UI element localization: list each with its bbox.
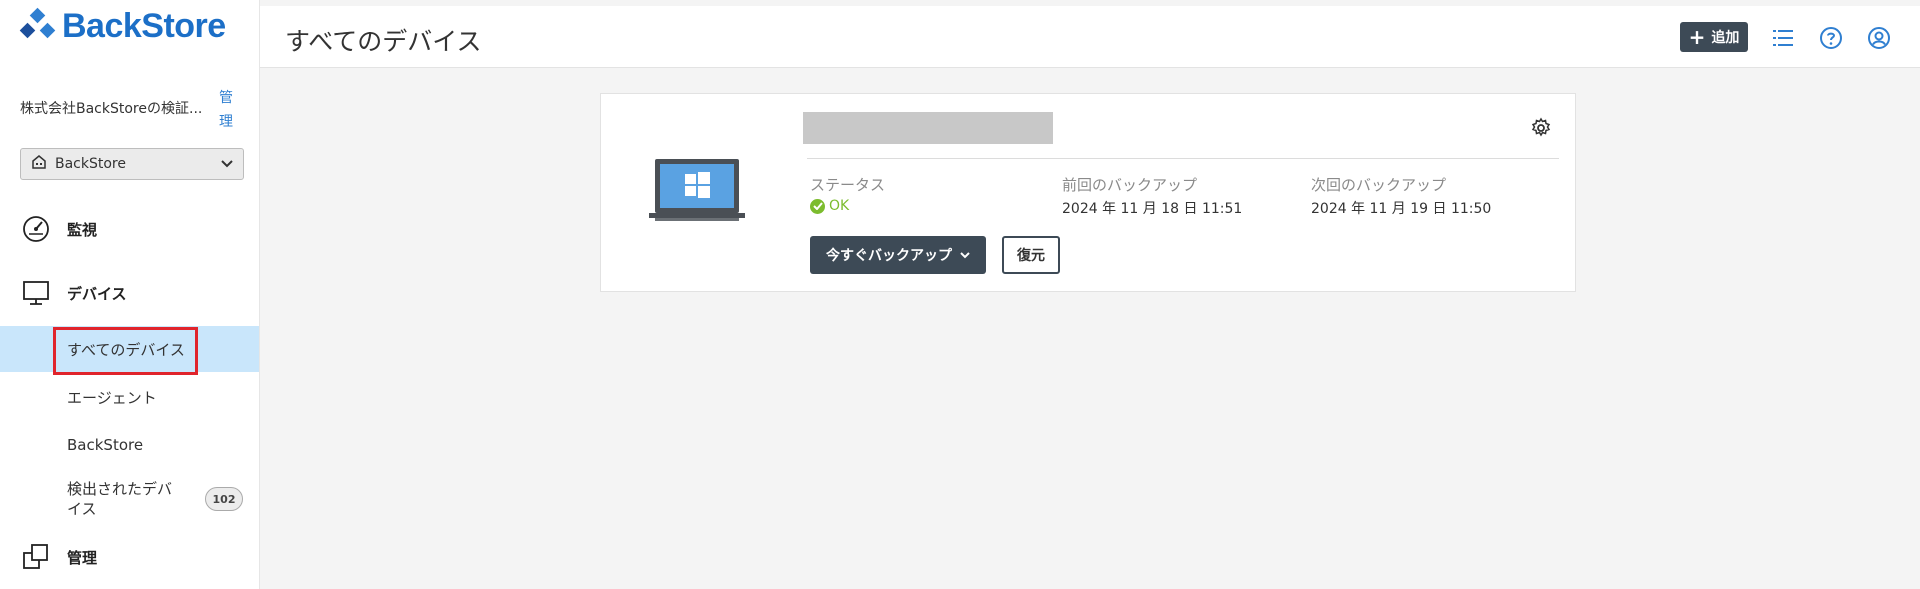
sidebar: BackStore 株式会社BackStoreの検証... 管理 BackSto… xyxy=(0,0,260,589)
status-heading: ステータス xyxy=(810,176,886,194)
brand-logo[interactable]: BackStore xyxy=(19,6,226,46)
nav-admin-label: 管理 xyxy=(67,548,98,567)
org-name: 株式会社BackStoreの検証... xyxy=(20,101,203,117)
nav-devices[interactable]: デバイス xyxy=(0,273,260,313)
nav-monitor-label: 監視 xyxy=(67,220,98,239)
sidebar-item-label: 検出されたデバイス xyxy=(67,480,173,518)
status-text: OK xyxy=(829,198,850,214)
backup-now-button[interactable]: 今すぐバックアップ xyxy=(810,236,986,274)
nav-monitor[interactable]: 監視 xyxy=(0,209,260,249)
logo-mark-icon xyxy=(19,7,56,44)
device-card: ステータス OK 前回のバックアップ 2024 年 11 月 18 日 11:5… xyxy=(600,93,1576,292)
count-badge: 102 xyxy=(205,487,243,511)
brand-name: BackStore xyxy=(62,6,226,45)
top-header: すべてのデバイス + 追加 xyxy=(260,6,1920,68)
add-button[interactable]: + 追加 xyxy=(1680,22,1748,52)
org-select[interactable]: BackStore xyxy=(20,148,244,180)
check-circle-icon xyxy=(810,198,825,214)
status-value: OK xyxy=(810,198,849,214)
sidebar-item-backstore[interactable]: BackStore xyxy=(0,422,259,468)
list-icon[interactable] xyxy=(1770,25,1796,51)
last-backup-heading: 前回のバックアップ xyxy=(1062,176,1198,194)
device-name-redacted xyxy=(803,112,1053,144)
add-button-label: 追加 xyxy=(1711,30,1740,46)
last-backup-value: 2024 年 11 月 18 日 11:51 xyxy=(1062,201,1243,217)
sidebar-item-agents[interactable]: エージェント xyxy=(0,374,259,420)
help-icon[interactable] xyxy=(1818,25,1844,51)
card-divider xyxy=(807,158,1559,159)
restore-button[interactable]: 復元 xyxy=(1002,236,1060,274)
org-manage-link[interactable]: 管理 xyxy=(216,86,236,134)
gear-icon[interactable] xyxy=(1529,116,1553,140)
gauge-icon xyxy=(20,213,52,245)
building-icon xyxy=(31,154,47,174)
account-icon[interactable] xyxy=(1866,25,1892,51)
highlight-box xyxy=(53,327,198,375)
nav-admin[interactable]: 管理 xyxy=(0,537,260,577)
chevron-down-icon xyxy=(960,247,970,263)
windows-laptop-icon xyxy=(649,159,745,225)
next-backup-value: 2024 年 11 月 19 日 11:50 xyxy=(1311,201,1492,217)
admin-icon xyxy=(20,541,52,573)
chevron-down-icon xyxy=(221,157,233,171)
sidebar-item-label: エージェント xyxy=(67,388,157,407)
page-title: すべてのデバイス xyxy=(285,27,482,56)
sidebar-item-discovered-devices[interactable]: 検出されたデバイス 102 xyxy=(0,473,259,525)
plus-icon: + xyxy=(1688,25,1706,49)
nav-devices-label: デバイス xyxy=(67,284,127,303)
monitor-icon xyxy=(20,277,52,309)
org-select-value: BackStore xyxy=(55,156,126,172)
next-backup-heading: 次回のバックアップ xyxy=(1311,176,1447,194)
sidebar-item-label: BackStore xyxy=(67,436,144,454)
backup-now-label: 今すぐバックアップ xyxy=(826,248,952,264)
